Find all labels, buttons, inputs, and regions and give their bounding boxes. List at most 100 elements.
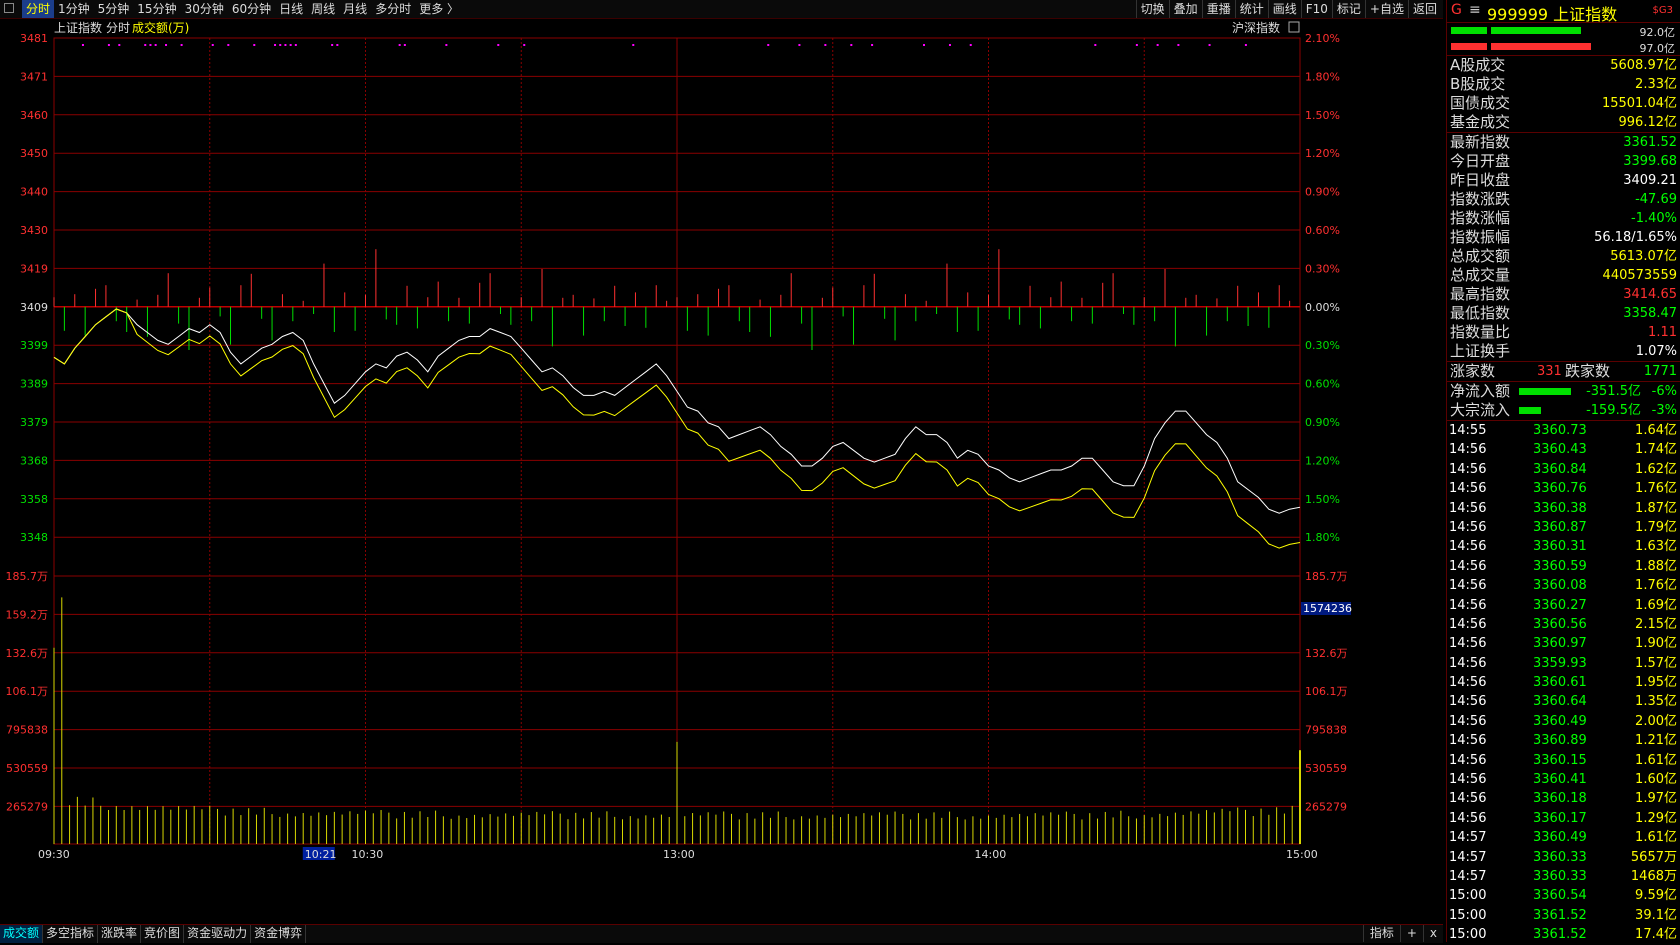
tick-amount: 1.35亿 (1635, 694, 1677, 710)
tool-button-1[interactable]: 叠加 (1168, 0, 1202, 18)
signal-marker (144, 44, 147, 46)
tick-time: 15:00 (1449, 927, 1487, 943)
vol-tick-label: 185.7万 (6, 570, 49, 583)
tick-row[interactable]: 14:56 3360.87 1.79亿 (1447, 518, 1680, 537)
period-toolbar: 分时 1分钟 5分钟 15分钟 30分钟 60分钟 日线 周线 月线 多分时 更多 〉 切换 叠加 重播… (0, 0, 1443, 19)
tick-row[interactable]: 15:00 3361.52 39.1亿 (1447, 906, 1680, 925)
price-tick-label: 3409 (20, 301, 48, 314)
stat-row: 国债成交 15501.04亿 (1447, 94, 1680, 113)
signal-marker (107, 44, 110, 46)
tool-button-7[interactable]: +自选 (1364, 0, 1408, 18)
pct-tick-label: 1.80% (1305, 70, 1340, 83)
pct-tick-label: 0.90% (1305, 416, 1340, 429)
period-tab-8[interactable]: 月线 (339, 0, 371, 18)
tool-button-8[interactable]: 返回 (1407, 0, 1441, 18)
tool-button-5[interactable]: F10 (1300, 0, 1332, 18)
tick-row[interactable]: 14:55 3360.73 1.64亿 (1447, 421, 1680, 440)
tick-row[interactable]: 15:00 3360.54 9.59亿 (1447, 886, 1680, 905)
stat-label: 总成交量 (1450, 266, 1511, 284)
period-tab-0[interactable]: 分时 (22, 0, 55, 18)
tick-price: 3360.31 (1533, 539, 1587, 555)
period-tab-6[interactable]: 日线 (275, 0, 307, 18)
compare-toggle-icon[interactable] (1288, 21, 1300, 33)
indicator-tab-2[interactable]: 涨跌率 (98, 925, 142, 943)
compare-label: 沪深指数 (1232, 20, 1280, 35)
tool-button-6[interactable]: 标记 (1331, 0, 1365, 18)
tick-row[interactable]: 14:56 3360.84 1.62亿 (1447, 460, 1680, 479)
tick-row[interactable]: 14:56 3360.61 1.95亿 (1447, 673, 1680, 692)
tick-row[interactable]: 14:56 3360.56 2.15亿 (1447, 615, 1680, 634)
price-tick-label: 3379 (20, 416, 48, 429)
tick-row[interactable]: 14:56 3360.08 1.76亿 (1447, 576, 1680, 595)
stat-label: 指数振幅 (1450, 228, 1511, 246)
tick-price: 3360.27 (1533, 597, 1587, 613)
price-tick-label: 3471 (20, 70, 48, 83)
time-label: 15:00 (1286, 848, 1318, 861)
period-tab-5[interactable]: 60分钟 (228, 0, 275, 18)
indicator-tab-0[interactable]: 成交额 (0, 925, 44, 943)
tick-amount: 9.59亿 (1635, 888, 1677, 904)
tick-row[interactable]: 14:56 3360.49 2.00亿 (1447, 712, 1680, 731)
tick-row[interactable]: 14:56 3360.18 1.97亿 (1447, 789, 1680, 808)
indicator-control-1[interactable]: + (1399, 925, 1423, 942)
tick-row[interactable]: 14:56 3360.43 1.74亿 (1447, 440, 1680, 459)
signal-marker (497, 44, 500, 46)
tool-button-3[interactable]: 统计 (1234, 0, 1268, 18)
indicator-tab-1[interactable]: 多空指标 (43, 925, 99, 943)
tick-row[interactable]: 14:56 3360.64 1.35亿 (1447, 692, 1680, 711)
flow-value: -159.5亿 (1586, 403, 1641, 418)
indicator-tab-4[interactable]: 资金驱动力 (184, 925, 252, 943)
period-tab-10[interactable]: 更多 〉 (415, 0, 463, 18)
menu-icon[interactable]: ≡ (1469, 2, 1481, 18)
index-code-name: 999999 上证指数 (1487, 5, 1618, 24)
tick-row[interactable]: 14:56 3360.76 1.76亿 (1447, 479, 1680, 498)
tick-row[interactable]: 14:57 3360.33 5657万 (1447, 848, 1680, 867)
tool-button-0[interactable]: 切换 (1135, 0, 1169, 18)
tick-time: 14:56 (1449, 655, 1487, 671)
tool-button-2[interactable]: 重播 (1201, 0, 1235, 18)
signal-marker (850, 44, 853, 46)
signal-marker (948, 44, 951, 46)
period-tab-9[interactable]: 多分时 (371, 0, 415, 18)
stat-label: 指数涨跌 (1450, 190, 1511, 208)
stat-value: 3358.47 (1623, 306, 1677, 321)
indicator-control-2[interactable]: x (1422, 925, 1443, 942)
tick-row[interactable]: 14:56 3360.41 1.60亿 (1447, 770, 1680, 789)
indicator-tab-5[interactable]: 资金博弈 (251, 925, 307, 943)
fund-flows: 净流入额 -351.5亿 -6% 大宗流入 -159.5亿 -3% (1447, 382, 1680, 421)
intraday-chart[interactable]: 3481 2.10% 3471 1.80% 3460 1.50% 3450 1.20% 3440… (0, 18, 1443, 924)
tick-row[interactable]: 14:56 3360.89 1.21亿 (1447, 731, 1680, 750)
indicator-tab-3[interactable]: 竞价图 (141, 925, 185, 943)
tick-row[interactable]: 14:56 3360.38 1.87亿 (1447, 499, 1680, 518)
period-tab-2[interactable]: 5分钟 (94, 0, 134, 18)
tick-row[interactable]: 14:56 3360.31 1.63亿 (1447, 537, 1680, 556)
stat-row: B股成交 2.33亿 (1447, 75, 1680, 94)
tick-row[interactable]: 14:56 3359.93 1.57亿 (1447, 654, 1680, 673)
tick-list[interactable]: 14:55 3360.73 1.64亿 14:56 3360.43 1.74亿 14:56 3… (1447, 421, 1680, 945)
stat-value: 1.11 (1648, 325, 1677, 340)
tick-row[interactable]: 14:56 3360.97 1.90亿 (1447, 634, 1680, 653)
group-badge[interactable]: G (1451, 2, 1462, 18)
tick-row[interactable]: 14:57 3360.33 1468万 (1447, 867, 1680, 886)
menu-icon[interactable] (4, 3, 14, 13)
period-tab-3[interactable]: 15分钟 (133, 0, 180, 18)
stat-value: 3361.52 (1623, 135, 1677, 150)
green-bar (1451, 27, 1487, 34)
tick-row[interactable]: 14:56 3360.15 1.61亿 (1447, 751, 1680, 770)
tick-row[interactable]: 14:57 3360.49 1.61亿 (1447, 828, 1680, 847)
price-tick-label: 3450 (20, 147, 48, 160)
tick-amount: 1.64亿 (1635, 423, 1677, 438)
tick-price: 3359.93 (1533, 655, 1587, 671)
tick-row[interactable]: 14:56 3360.17 1.29亿 (1447, 809, 1680, 828)
tool-button-4[interactable]: 画线 (1267, 0, 1301, 18)
tick-row[interactable]: 14:56 3360.59 1.88亿 (1447, 557, 1680, 576)
tick-time: 14:56 (1449, 616, 1487, 632)
tick-time: 14:56 (1449, 675, 1487, 691)
flow-pct: -6% (1651, 384, 1677, 399)
volume-label: 成交额(万) (132, 20, 189, 35)
period-tab-4[interactable]: 30分钟 (181, 0, 228, 18)
tick-row[interactable]: 14:56 3360.27 1.69亿 (1447, 596, 1680, 615)
indicator-control-0[interactable]: 指标 (1362, 925, 1400, 942)
period-tab-7[interactable]: 周线 (307, 0, 339, 18)
period-tab-1[interactable]: 1分钟 (54, 0, 94, 18)
